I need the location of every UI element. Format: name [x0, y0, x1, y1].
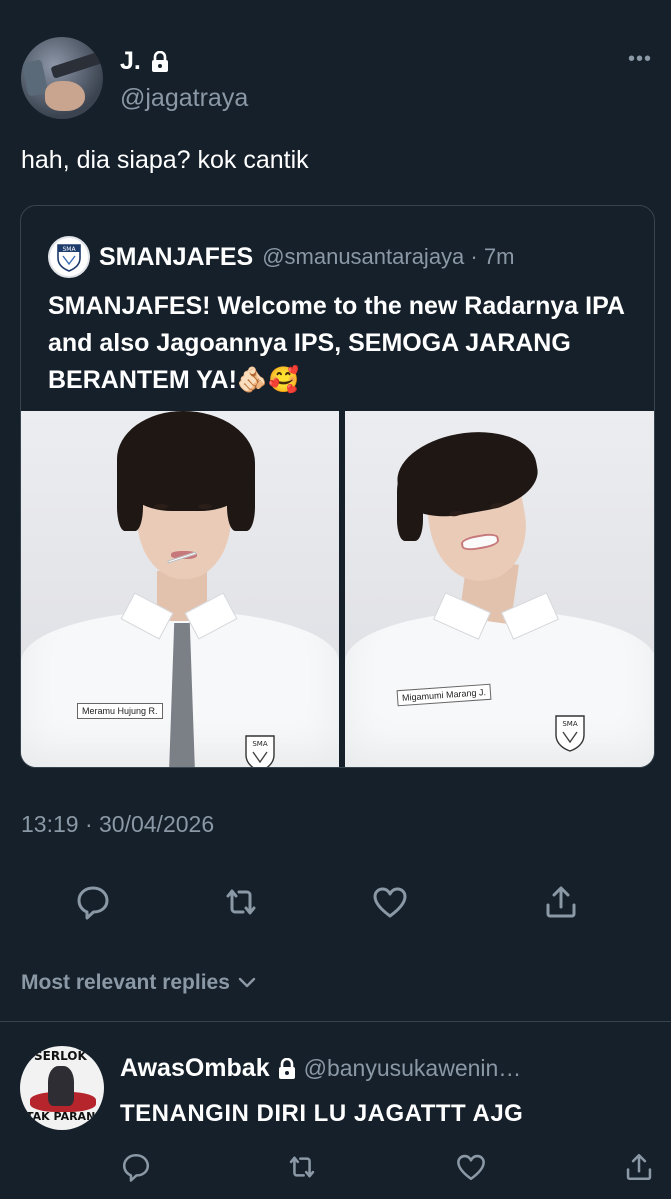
reply-action-bar [0, 1151, 671, 1185]
quoted-photo-1[interactable]: Meramu Hujung R. SMA [21, 411, 339, 767]
share-icon[interactable] [623, 1151, 655, 1183]
quoted-author-avatar[interactable]: SMA [48, 236, 90, 278]
quoted-tweet-text: SMANJAFES! Welcome to the new Radarnya I… [48, 292, 625, 394]
share-icon[interactable] [542, 883, 580, 921]
reply-author-handle[interactable]: @banyusukawenin… [304, 1055, 522, 1082]
lock-icon [278, 1057, 296, 1080]
author-handle[interactable]: @jagatraya [120, 84, 248, 113]
quoted-tweet-card[interactable]: SMA SMANJAFES @smanusantarajaya · 7m SMA… [20, 205, 655, 768]
reply-author-row: AwasOmbak @banyusukawenin… [120, 1054, 521, 1083]
tweet-detail-page: J. @jagatraya ••• hah, dia siapa? kok ca… [0, 0, 671, 1199]
replies-sort-label: Most relevant replies [21, 971, 230, 994]
quoted-author-handle-time[interactable]: @smanusantarajaya · 7m [262, 244, 514, 270]
more-options-icon[interactable]: ••• [628, 48, 652, 71]
reply-text: TENANGIN DIRI LU JAGATTT AJG [120, 1100, 524, 1127]
svg-text:SMA: SMA [252, 740, 267, 748]
school-crest-icon: SMA [57, 244, 81, 272]
retweet-icon[interactable] [286, 1151, 318, 1183]
tweet-action-bar [0, 883, 671, 923]
school-badge-icon: SMA [245, 735, 275, 767]
author-display-name[interactable]: J. [120, 47, 141, 76]
tweet-text: hah, dia siapa? kok cantik [21, 146, 309, 174]
svg-text:SMA: SMA [562, 720, 577, 728]
retweet-icon[interactable] [222, 883, 260, 921]
quoted-tweet-header: SMA SMANJAFES @smanusantarajaya · 7m [48, 236, 514, 278]
quoted-photo-2[interactable]: Migamumi Marang J. SMA [345, 411, 654, 767]
replies-sort-dropdown[interactable]: Most relevant replies [21, 971, 256, 995]
svg-text:SMA: SMA [62, 246, 76, 253]
school-badge-icon: SMA [555, 715, 585, 752]
reply-author-name[interactable]: AwasOmbak [120, 1054, 270, 1083]
divider [0, 1021, 671, 1022]
like-icon[interactable] [455, 1151, 487, 1183]
reply-icon[interactable] [120, 1151, 152, 1183]
reply-icon[interactable] [74, 883, 112, 921]
name-tag: Meramu Hujung R. [77, 703, 163, 719]
author-avatar[interactable] [21, 37, 103, 119]
author-name-row: J. [120, 47, 169, 76]
tweet-timestamp[interactable]: 13:19 · 30/04/2026 [21, 811, 214, 838]
chevron-down-icon [238, 971, 256, 995]
quoted-author-name[interactable]: SMANJAFES [99, 243, 253, 272]
lock-icon [151, 50, 169, 73]
reply-author-avatar[interactable]: SERLOK TAK PARANI [20, 1046, 104, 1130]
like-icon[interactable] [371, 883, 409, 921]
